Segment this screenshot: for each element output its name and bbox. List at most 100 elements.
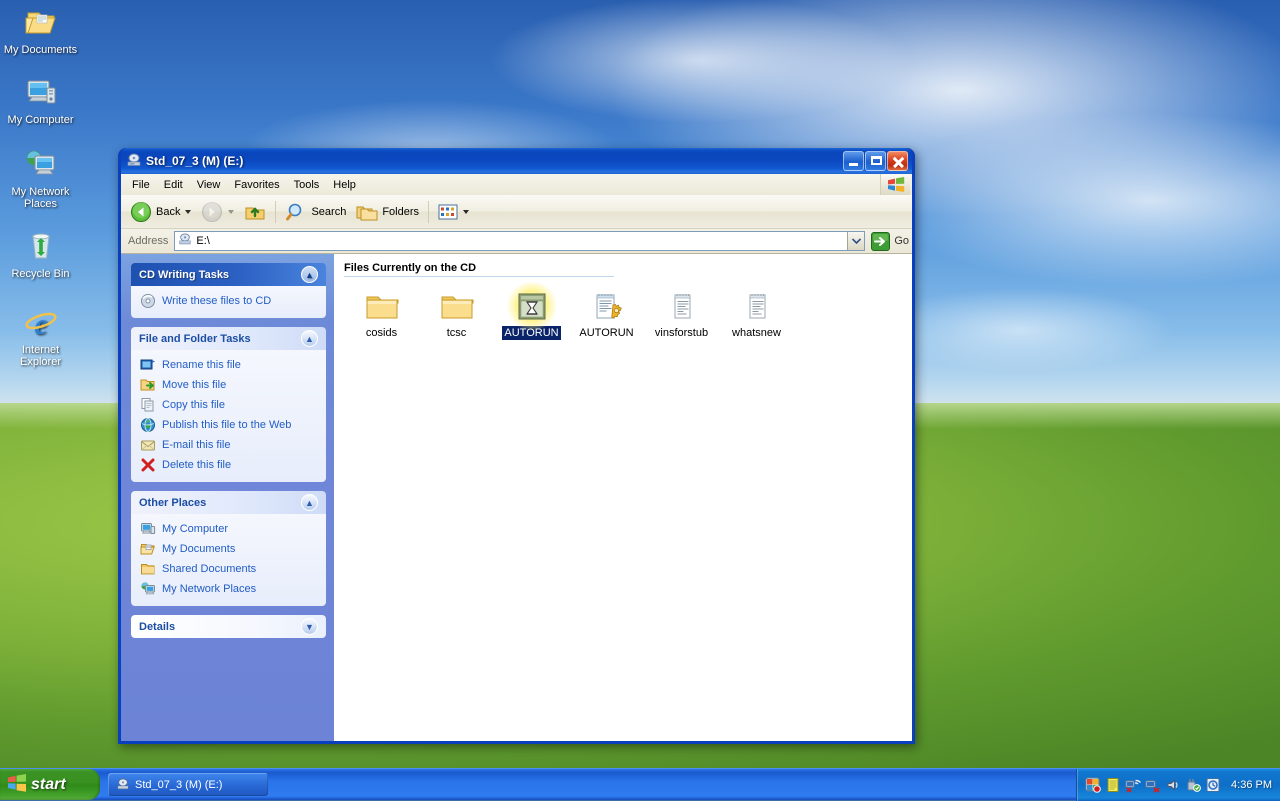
chevron-up-icon[interactable]: ▲	[301, 266, 318, 283]
cd-drive-icon	[178, 232, 192, 250]
task-pane-sidebar[interactable]: CD Writing Tasks ▲ Write these files to …	[121, 254, 334, 741]
place-my-network-places[interactable]: My Network Places	[133, 579, 324, 599]
chevron-down-icon[interactable]	[463, 209, 470, 214]
desktop-icon-my-network-places[interactable]: My Network Places	[3, 148, 78, 210]
place-my-computer[interactable]: My Computer	[133, 519, 324, 539]
search-button[interactable]: Search	[280, 199, 351, 225]
explorer-window[interactable]: Std_07_3 (M) (E:) File Edit View Favorit…	[118, 148, 915, 744]
menu-item-tools[interactable]: Tools	[287, 177, 327, 193]
file-item-vinsforstub[interactable]: vinsforstub	[644, 284, 719, 340]
my-computer-icon	[3, 76, 78, 110]
views-button[interactable]	[433, 199, 474, 225]
panel-other-places[interactable]: Other Places ▲ My Computer My Documents …	[131, 491, 326, 606]
task-write-files-to-cd[interactable]: Write these files to CD	[133, 291, 324, 311]
file-item-autorun-inf[interactable]: AUTORUN	[569, 284, 644, 340]
panel-header[interactable]: Details ▼	[131, 615, 326, 638]
start-button[interactable]: start	[0, 769, 100, 800]
task-label: Write these files to CD	[162, 295, 272, 307]
menu-item-file[interactable]: File	[125, 177, 157, 193]
window-title-bar[interactable]: Std_07_3 (M) (E:)	[121, 148, 912, 174]
task-move-this-file[interactable]: Move this file	[133, 375, 324, 395]
address-dropdown-button[interactable]	[847, 232, 865, 250]
rename-icon	[140, 357, 156, 373]
maximize-button[interactable]	[865, 151, 886, 171]
file-list-pane[interactable]: Files Currently on the CD cosids tcsc AU…	[334, 254, 912, 741]
panel-details[interactable]: Details ▼	[131, 615, 326, 638]
shared-documents-icon	[140, 561, 156, 577]
text-document-icon	[644, 288, 719, 322]
windows-flag-banner	[880, 174, 910, 195]
task-publish-this-file-to-the-web[interactable]: Publish this file to the Web	[133, 415, 324, 435]
menu-item-help[interactable]: Help	[326, 177, 363, 193]
menu-item-favorites[interactable]: Favorites	[227, 177, 286, 193]
back-button[interactable]: Back	[125, 199, 196, 225]
go-arrow-icon	[871, 231, 891, 251]
desktop-icon-internet-explorer[interactable]: e Internet Explorer	[3, 306, 78, 368]
up-button[interactable]	[239, 199, 271, 225]
go-button[interactable]: Go	[871, 231, 909, 251]
minimize-button[interactable]	[843, 151, 864, 171]
task-buttons[interactable]: Std_07_3 (M) (E:)	[100, 773, 1076, 796]
chevron-up-icon[interactable]: ▲	[301, 330, 318, 347]
desktop-icon-label: My Computer	[7, 114, 74, 126]
panel-header[interactable]: Other Places ▲	[131, 491, 326, 514]
safely-remove-hardware-icon[interactable]	[1185, 777, 1201, 793]
address-input[interactable]: E:\	[174, 231, 866, 251]
windows-update-icon[interactable]	[1205, 777, 1221, 793]
chevron-up-icon[interactable]: ▲	[301, 494, 318, 511]
task-email-this-file[interactable]: E-mail this file	[133, 435, 324, 455]
file-item-cosids[interactable]: cosids	[344, 284, 419, 340]
chevron-down-icon[interactable]: ▼	[301, 618, 318, 635]
internet-explorer-icon: e	[3, 306, 78, 341]
system-tray[interactable]: 4:36 PM	[1076, 768, 1280, 801]
close-button[interactable]	[887, 151, 908, 171]
place-label: Shared Documents	[162, 563, 257, 575]
folders-icon	[356, 206, 378, 220]
file-grid[interactable]: cosids tcsc AUTORUN AUTORUN vinsforstub …	[344, 282, 902, 340]
back-label: Back	[156, 205, 181, 218]
file-item-tcsc[interactable]: tcsc	[419, 284, 494, 340]
place-my-documents[interactable]: My Documents	[133, 539, 324, 559]
place-label: My Computer	[162, 523, 229, 535]
panel-header[interactable]: CD Writing Tasks ▲	[131, 263, 326, 286]
place-shared-documents[interactable]: Shared Documents	[133, 559, 324, 579]
network-error-icon[interactable]	[1145, 777, 1161, 793]
place-label: My Network Places	[162, 583, 257, 595]
my-network-places-icon	[140, 581, 156, 597]
desktop-icon-my-documents[interactable]: My Documents	[3, 6, 78, 56]
my-computer-icon	[140, 521, 156, 537]
task-delete-this-file[interactable]: Delete this file	[133, 455, 324, 475]
task-copy-this-file[interactable]: Copy this file	[133, 395, 324, 415]
document-icon[interactable]	[1105, 777, 1121, 793]
menu-item-view[interactable]: View	[190, 177, 228, 193]
window-title: Std_07_3 (M) (E:)	[146, 154, 244, 168]
task-button-explorer[interactable]: Std_07_3 (M) (E:)	[108, 773, 268, 796]
forward-button[interactable]	[196, 199, 239, 225]
task-rename-this-file[interactable]: Rename this file	[133, 355, 324, 375]
network-disconnected-icon[interactable]	[1125, 777, 1142, 793]
toolbar[interactable]: Back Search Folders	[121, 195, 912, 229]
panel-cd-writing-tasks[interactable]: CD Writing Tasks ▲ Write these files to …	[131, 263, 326, 318]
address-bar[interactable]: Address E:\ Go	[121, 229, 912, 254]
file-item-whatsnew[interactable]: whatsnew	[719, 284, 794, 340]
file-item-autorun-exe[interactable]: AUTORUN	[494, 282, 569, 340]
panel-title: CD Writing Tasks	[139, 268, 230, 281]
desktop[interactable]: My Documents My Computer My Network Plac…	[0, 0, 1280, 768]
volume-icon[interactable]	[1165, 777, 1181, 793]
folders-button[interactable]: Folders	[351, 199, 424, 225]
menu-bar[interactable]: File Edit View Favorites Tools Help	[121, 174, 912, 195]
clock[interactable]: 4:36 PM	[1231, 779, 1272, 791]
text-document-icon	[719, 288, 794, 322]
go-label: Go	[894, 235, 909, 247]
application-icon	[494, 288, 569, 322]
menu-item-edit[interactable]: Edit	[157, 177, 190, 193]
security-center-icon[interactable]	[1085, 777, 1101, 793]
file-name: AUTORUN	[579, 327, 634, 339]
panel-file-and-folder-tasks[interactable]: File and Folder Tasks ▲ Rename this file…	[131, 327, 326, 482]
desktop-icon-recycle-bin[interactable]: Recycle Bin	[3, 230, 78, 280]
chevron-down-icon[interactable]	[228, 209, 235, 214]
desktop-icon-my-computer[interactable]: My Computer	[3, 76, 78, 126]
panel-header[interactable]: File and Folder Tasks ▲	[131, 327, 326, 350]
chevron-down-icon[interactable]	[185, 209, 192, 214]
taskbar[interactable]: start Std_07_3 (M) (E:) 4:36 PM	[0, 768, 1280, 801]
